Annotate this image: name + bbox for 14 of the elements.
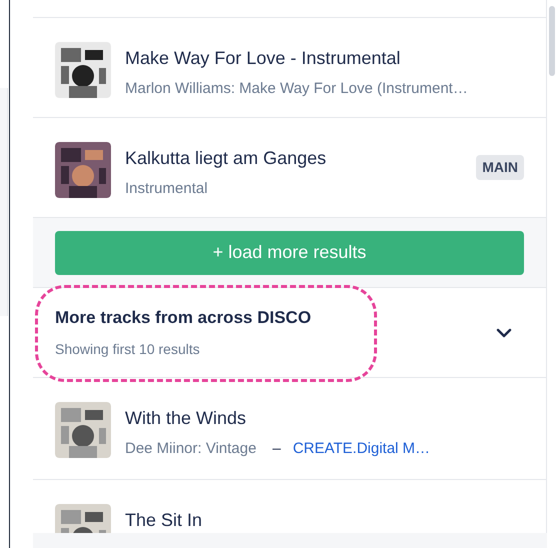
track-subtitle: Dee Miinor: Vintage: [125, 439, 256, 459]
track-title[interactable]: Make Way For Love - Instrumental: [125, 45, 400, 72]
track-title[interactable]: With the Winds: [125, 405, 246, 432]
scrollbar-thumb[interactable]: [549, 6, 555, 76]
track-title[interactable]: Kalkutta liegt am Ganges: [125, 145, 326, 172]
section-title: More tracks from across DISCO: [55, 307, 312, 330]
track-subtitle: Marlon Williams: Make Way For Love (Instrument…: [125, 79, 468, 99]
section-subtitle: Showing first 10 results: [55, 340, 200, 359]
track-subtitle: Instrumental: [125, 179, 208, 199]
chevron-icon[interactable]: [496, 328, 512, 338]
separator: –: [272, 439, 281, 459]
track-title[interactable]: The Sit In: [125, 507, 202, 533]
label-link[interactable]: CREATE.Digital M…: [292, 438, 430, 460]
version-tag: MAIN: [476, 155, 524, 180]
